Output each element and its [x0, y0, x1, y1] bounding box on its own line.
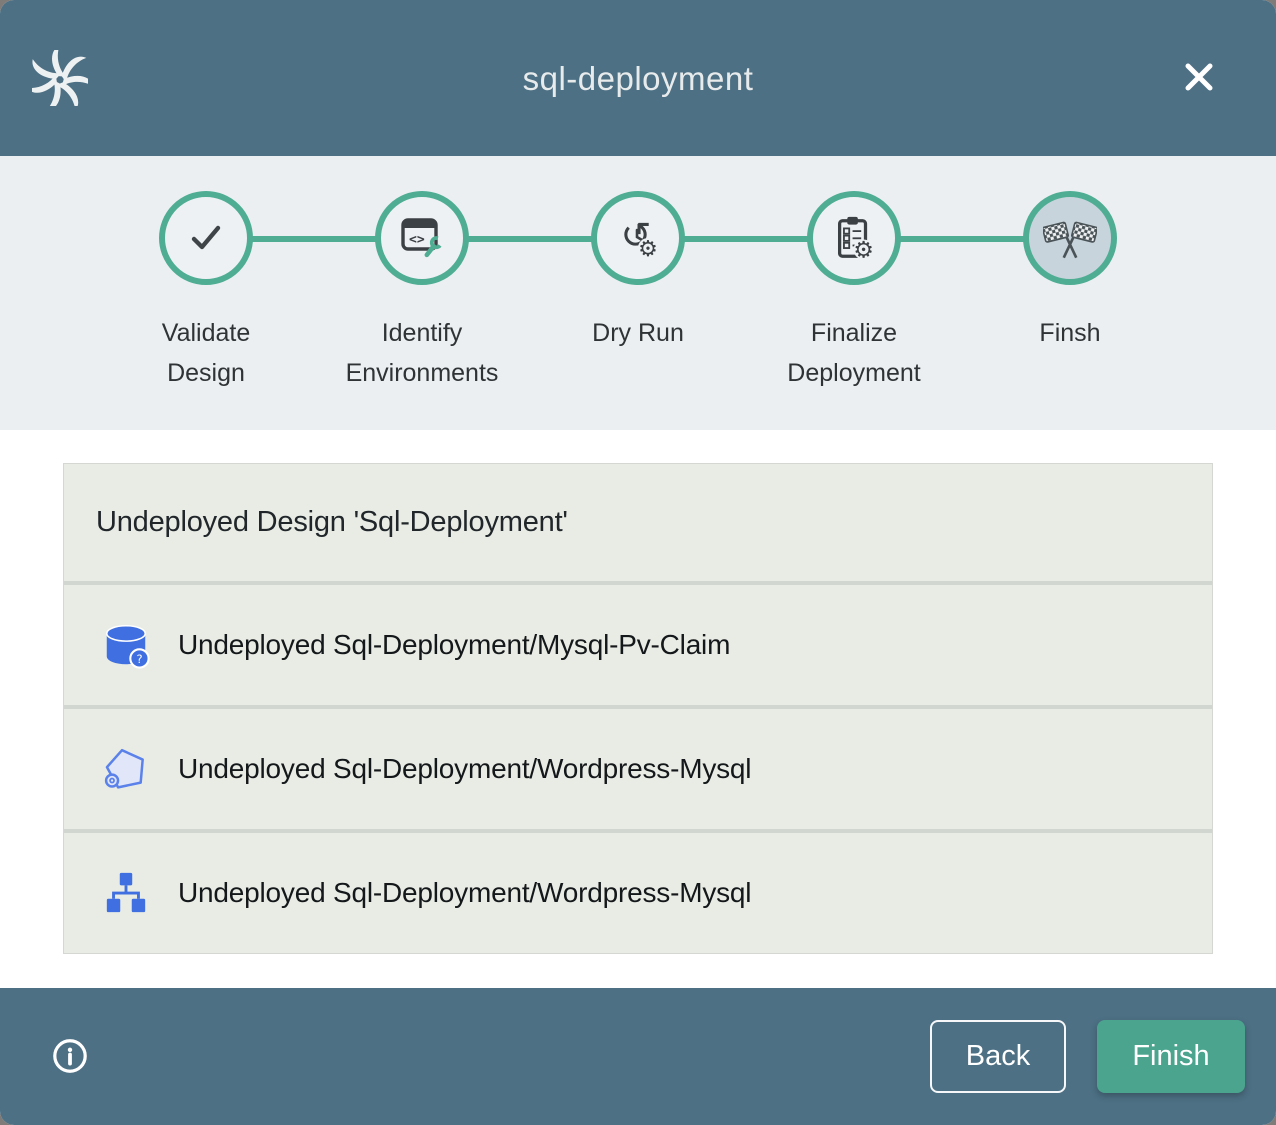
hierarchy-tree-icon [100, 865, 152, 921]
step-dry-run: ↺ ⚙ Dry Run [530, 156, 746, 393]
svg-text:?: ? [137, 652, 143, 666]
result-header-row: Undeployed Design 'Sql-Deployment' [64, 464, 1212, 581]
result-row-text: Undeployed Sql-Deployment/Wordpress-Mysq… [178, 753, 751, 785]
step-label: Dry Run [592, 313, 684, 353]
step-finalize-deployment: ⚙ Finalize Deployment [746, 156, 962, 393]
svg-text:<>: <> [409, 233, 425, 248]
database-question-icon: ? [100, 617, 152, 673]
step-finish: Finsh [962, 156, 1178, 393]
wizard-body: Undeployed Design 'Sql-Deployment' ? Und… [0, 430, 1276, 988]
back-button[interactable]: Back [930, 1020, 1066, 1093]
result-row: Undeployed Sql-Deployment/Wordpress-Mysq… [64, 833, 1212, 953]
result-row: ? Undeployed Sql-Deployment/Mysql-Pv-Cla… [64, 585, 1212, 705]
close-button[interactable] [1176, 54, 1222, 100]
rotate-clock-gear-icon: ↺ ⚙ [614, 214, 662, 262]
result-row-text: Undeployed Sql-Deployment/Mysql-Pv-Claim [178, 629, 730, 661]
step-identify-environments: <> Identify Environments [314, 156, 530, 393]
step-label: Finsh [1039, 313, 1100, 353]
step-circle [159, 191, 253, 285]
code-window-wrench-icon: <> [398, 215, 446, 261]
dialog-footer: Back Finish [0, 988, 1276, 1125]
step-label: Validate Design [162, 313, 251, 393]
dialog-title: sql-deployment [0, 59, 1276, 99]
result-row: Undeployed Sql-Deployment/Wordpress-Mysq… [64, 709, 1212, 829]
close-icon [1179, 57, 1219, 97]
step-circle: <> [375, 191, 469, 285]
step-circle [1023, 191, 1117, 285]
pentagon-seal-icon [100, 741, 152, 797]
info-button[interactable] [51, 1037, 89, 1075]
step-circle: ↺ ⚙ [591, 191, 685, 285]
checkered-flags-icon [1043, 213, 1097, 263]
step-label: Finalize Deployment [787, 313, 920, 393]
deployment-results-list: Undeployed Design 'Sql-Deployment' ? Und… [63, 463, 1213, 954]
svg-text:⚙: ⚙ [853, 238, 874, 262]
finish-button[interactable]: Finish [1097, 1020, 1245, 1093]
deployment-wizard-dialog: sql-deployment Validate Design [0, 0, 1276, 1125]
result-row-text: Undeployed Sql-Deployment/Wordpress-Mysq… [178, 877, 751, 909]
dialog-header: sql-deployment [0, 0, 1276, 156]
step-circle: ⚙ [807, 191, 901, 285]
svg-text:⚙: ⚙ [638, 237, 658, 262]
result-header-text: Undeployed Design 'Sql-Deployment' [96, 506, 568, 539]
step-label: Identify Environments [346, 313, 499, 393]
stepper: Validate Design <> Identify Environments [0, 156, 1276, 430]
clipboard-checklist-gear-icon: ⚙ [831, 214, 877, 262]
step-validate-design: Validate Design [98, 156, 314, 393]
info-circle-icon [51, 1037, 89, 1075]
checkmark-icon [182, 214, 230, 262]
